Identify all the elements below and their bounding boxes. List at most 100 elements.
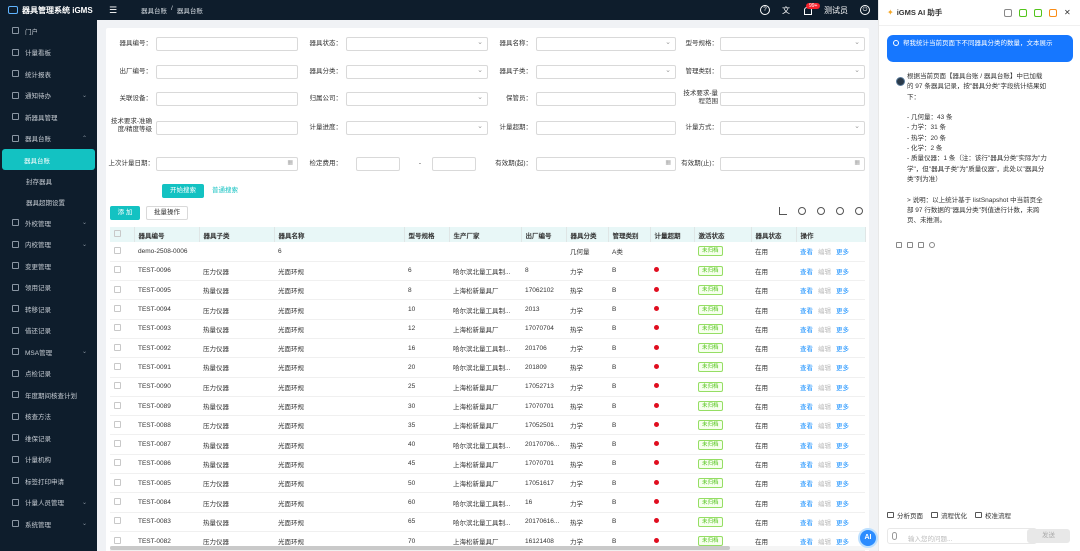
edit-link[interactable]: 编辑 bbox=[818, 443, 831, 450]
filter-input[interactable] bbox=[156, 92, 298, 106]
filter-input[interactable] bbox=[536, 157, 676, 171]
sidebar-item[interactable]: 内校管理 ⌄ bbox=[0, 234, 97, 256]
table-row[interactable]: TEST-0093 热量仪器 光面环规 12 上海松新量具厂 17070704 热学 B 未归档… bbox=[110, 319, 865, 339]
row-checkbox[interactable] bbox=[114, 285, 121, 293]
suggestion-chip[interactable]: 流程优化 bbox=[931, 510, 967, 520]
row-checkbox[interactable] bbox=[114, 536, 121, 544]
view-link[interactable]: 查看 bbox=[800, 385, 813, 392]
view-link[interactable]: 查看 bbox=[800, 327, 813, 334]
filter-input[interactable] bbox=[720, 121, 865, 135]
send-button[interactable]: 发送 bbox=[1027, 529, 1070, 543]
row-checkbox[interactable] bbox=[114, 440, 121, 448]
table-row[interactable]: TEST-0091 热量仪器 光面环规 20 哈尔滨北量工具制... 201809 热学 B 未… bbox=[110, 357, 865, 378]
sidebar-item[interactable]: 外校管理 ⌄ bbox=[0, 212, 97, 234]
more-link[interactable]: 更多 bbox=[836, 385, 849, 392]
view-link[interactable]: 查看 bbox=[800, 501, 813, 508]
filter-input[interactable] bbox=[156, 157, 298, 171]
sidebar-item[interactable]: 器具台账 ⌃ bbox=[0, 128, 97, 150]
sidebar-item[interactable]: 通知待办 ⌄ bbox=[0, 85, 97, 107]
row-checkbox[interactable] bbox=[114, 401, 121, 409]
edit-link[interactable]: 编辑 bbox=[818, 462, 831, 469]
sidebar-item[interactable]: 统计报表 bbox=[0, 63, 97, 85]
sidebar-item[interactable]: 计量人员管理 ⌄ bbox=[0, 492, 97, 514]
table-row[interactable]: TEST-0084 压力仪器 光面环规 60 哈尔滨北量工具制... 16 力学 B 未归档 在用… bbox=[110, 492, 865, 513]
filter-input[interactable] bbox=[346, 37, 488, 51]
filter-input[interactable] bbox=[720, 37, 865, 51]
ai-input[interactable]: 输入您的问题... bbox=[887, 528, 1037, 544]
filter-input[interactable] bbox=[720, 65, 865, 79]
sidebar-subitem[interactable]: 器具超期设置 bbox=[0, 191, 97, 212]
filter-input[interactable] bbox=[720, 92, 865, 106]
edit-link[interactable]: 编辑 bbox=[818, 308, 831, 315]
bell-icon[interactable]: 99+ bbox=[802, 3, 821, 15]
edit-link[interactable]: 编辑 bbox=[818, 365, 831, 372]
filter-input[interactable] bbox=[156, 121, 298, 135]
filter-input[interactable] bbox=[536, 37, 676, 51]
table-row[interactable]: TEST-0086 热量仪器 光面环规 45 上海松新量具厂 17070701 热学 B 未归档… bbox=[110, 454, 865, 475]
row-checkbox[interactable] bbox=[114, 420, 121, 428]
edit-link[interactable]: 编辑 bbox=[818, 520, 831, 527]
view-link[interactable]: 查看 bbox=[800, 423, 813, 430]
view-link[interactable]: 查看 bbox=[800, 288, 813, 295]
sidebar-item[interactable]: 新器具管理 bbox=[0, 106, 97, 128]
table-row[interactable]: TEST-0085 压力仪器 光面环规 50 上海松新量具厂 17051617 力学 B 未归档… bbox=[110, 473, 865, 494]
refresh-icon[interactable] bbox=[929, 242, 935, 248]
sidebar-item[interactable]: 门户 bbox=[0, 20, 97, 42]
sidebar-item[interactable]: 领用记录 bbox=[0, 277, 97, 299]
table-row[interactable]: demo-2508-0006 6 几何量 A类 未归档 在用 查看 编辑 更多 bbox=[110, 242, 865, 262]
filter-input[interactable] bbox=[536, 121, 676, 135]
more-link[interactable]: 更多 bbox=[836, 346, 849, 353]
view-link[interactable]: 查看 bbox=[800, 249, 813, 256]
more-link[interactable]: 更多 bbox=[836, 327, 849, 334]
row-checkbox[interactable] bbox=[114, 459, 121, 467]
horizontal-scrollbar[interactable] bbox=[110, 546, 870, 550]
more-link[interactable]: 更多 bbox=[836, 423, 849, 430]
more-link[interactable]: 更多 bbox=[836, 462, 849, 469]
sidebar-item[interactable]: 计量机构 bbox=[0, 449, 97, 471]
filter-input[interactable] bbox=[536, 92, 676, 106]
edit-link[interactable]: 编辑 bbox=[818, 404, 831, 411]
more-link[interactable]: 更多 bbox=[836, 501, 849, 508]
filter-input[interactable] bbox=[356, 157, 400, 171]
row-checkbox[interactable] bbox=[114, 246, 121, 254]
edit-link[interactable]: 编辑 bbox=[818, 249, 831, 256]
more-link[interactable]: 更多 bbox=[836, 481, 849, 488]
filter-input[interactable] bbox=[346, 65, 488, 79]
edit-link[interactable]: 编辑 bbox=[818, 269, 831, 276]
sidebar-subitem[interactable]: 封存器具 bbox=[0, 170, 97, 191]
ai-float-button[interactable]: AI bbox=[858, 528, 878, 548]
sidebar-item[interactable]: 年度期间核查计划 bbox=[0, 384, 97, 406]
row-checkbox[interactable] bbox=[114, 305, 121, 313]
view-link[interactable]: 查看 bbox=[800, 443, 813, 450]
more-link[interactable]: 更多 bbox=[836, 404, 849, 411]
document-icon[interactable] bbox=[1019, 9, 1027, 17]
suggestion-chip[interactable]: 校准流程 bbox=[975, 510, 1011, 520]
sidebar-item[interactable]: 维保记录 bbox=[0, 427, 97, 449]
download-icon[interactable] bbox=[836, 207, 844, 215]
more-link[interactable]: 更多 bbox=[836, 308, 849, 315]
table-row[interactable]: TEST-0090 压力仪器 光面环规 25 上海松新量具厂 17052713 力学 B 未归档… bbox=[110, 377, 865, 397]
filter-input[interactable] bbox=[720, 157, 865, 171]
user-name[interactable]: 测试员 bbox=[824, 5, 848, 16]
edit-link[interactable]: 编辑 bbox=[818, 346, 831, 353]
sidebar-item[interactable]: 系统管理 ⌄ bbox=[0, 513, 97, 535]
table-row[interactable]: TEST-0083 热量仪器 光面环规 65 哈尔滨北量工具制... 20170616..… bbox=[110, 512, 865, 532]
more-link[interactable]: 更多 bbox=[836, 249, 849, 256]
row-checkbox[interactable] bbox=[114, 266, 121, 274]
close-icon[interactable]: ✕ bbox=[1064, 9, 1072, 17]
breadcrumb-item[interactable]: 器具台账 bbox=[141, 5, 167, 15]
translate-icon[interactable]: 文 bbox=[782, 5, 790, 16]
table-row[interactable]: TEST-0095 热量仪器 光面环规 8 上海松新量具厂 17062102 热学 B 未归档 在… bbox=[110, 280, 865, 301]
search-button[interactable]: 开始搜索 bbox=[162, 184, 204, 198]
simple-search-link[interactable]: 普通搜索 bbox=[212, 184, 238, 198]
logout-icon[interactable]: ⏻ bbox=[860, 5, 870, 15]
sidebar-item[interactable]: 核查方法 bbox=[0, 406, 97, 428]
copy-icon[interactable] bbox=[896, 242, 902, 248]
row-checkbox[interactable] bbox=[114, 517, 121, 525]
add-button[interactable]: 添 加 bbox=[110, 206, 140, 220]
row-checkbox[interactable] bbox=[114, 362, 121, 370]
suggestion-chip[interactable]: 分析页面 bbox=[887, 510, 923, 520]
sidebar-subitem[interactable]: 器具台账 bbox=[2, 149, 95, 170]
edit-link[interactable]: 编辑 bbox=[818, 385, 831, 392]
chat-icon[interactable] bbox=[1004, 9, 1012, 17]
